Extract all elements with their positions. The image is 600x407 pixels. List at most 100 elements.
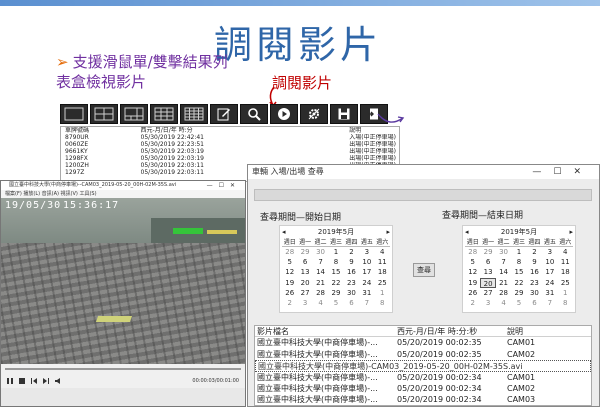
calendar-day[interactable]: 3 (480, 298, 495, 308)
next-month-button[interactable]: ▸ (386, 226, 390, 238)
list-item[interactable]: 國立臺中科技大學(中商停車場)-CAM03_2019-05-20_00H-02M… (255, 360, 591, 372)
calendar-day[interactable]: 6 (297, 257, 312, 267)
calendar-day[interactable]: 5 (282, 257, 297, 267)
calendar-day[interactable]: 8 (375, 298, 390, 308)
calendar-day[interactable]: 11 (375, 257, 390, 267)
calendar-day[interactable]: 2 (465, 298, 480, 308)
video-menu-bar[interactable]: 檔案(F) 播放(L) 音訊(A) 視訊(V) 工具(S) (1, 190, 245, 198)
calendar-day[interactable]: 4 (375, 247, 390, 257)
calendar-day[interactable]: 31 (359, 288, 374, 298)
window-controls[interactable]: —☐✕ (532, 165, 593, 179)
play-pause-button[interactable] (5, 377, 14, 386)
calendar-day[interactable]: 4 (496, 298, 511, 308)
table-row[interactable]: 0060ZE 05/30/2019 22:23:51 出場(中正停車場) (61, 141, 399, 148)
calendar-day[interactable]: 1 (328, 247, 343, 257)
calendar-day[interactable]: 12 (465, 267, 480, 277)
calendar-day[interactable]: 3 (359, 247, 374, 257)
calendar-day[interactable]: 26 (465, 288, 480, 298)
column-header[interactable]: 說明 (349, 127, 399, 134)
calendar-day[interactable]: 14 (313, 267, 328, 277)
calendar-day[interactable]: 7 (542, 298, 557, 308)
calendar-day[interactable]: 1 (558, 288, 573, 298)
layout-9-button[interactable] (150, 104, 178, 124)
calendar-day[interactable]: 13 (480, 267, 495, 277)
calendar-day[interactable]: 19 (282, 278, 297, 288)
calendar-day[interactable]: 28 (313, 288, 328, 298)
search-button[interactable] (240, 104, 268, 124)
seek-track[interactable] (5, 368, 241, 370)
calendar-day[interactable]: 29 (511, 288, 526, 298)
calendar-day[interactable]: 20 (480, 277, 496, 288)
calendar-day[interactable]: 19 (465, 278, 480, 288)
calendar-day[interactable]: 17 (542, 267, 557, 277)
volume-button[interactable] (53, 377, 62, 386)
calendar-day[interactable]: 15 (511, 267, 526, 277)
play-button[interactable] (270, 104, 298, 124)
column-header[interactable]: 車牌號碼 (61, 127, 141, 134)
calendar-day[interactable]: 5 (328, 298, 343, 308)
calendar-day[interactable]: 2 (282, 298, 297, 308)
calendar-day[interactable]: 2 (527, 247, 542, 257)
calendar-day[interactable]: 2 (344, 247, 359, 257)
table-row[interactable]: 8790UR 05/30/2019 22:42:41 入場(中正停車場) (61, 134, 399, 141)
column-header[interactable]: 說明 (507, 326, 567, 336)
calendar-day[interactable]: 23 (344, 278, 359, 288)
column-header[interactable] (290, 127, 350, 134)
calendar-day[interactable]: 23 (527, 278, 542, 288)
calendar-day[interactable]: 11 (558, 257, 573, 267)
prev-month-button[interactable]: ◂ (282, 226, 286, 238)
calendar-day[interactable]: 8 (328, 257, 343, 267)
calendar-day[interactable]: 22 (328, 278, 343, 288)
calendar-day[interactable]: 9 (527, 257, 542, 267)
calendar-day[interactable]: 5 (465, 257, 480, 267)
calendar-day[interactable]: 6 (480, 257, 495, 267)
save-button[interactable] (330, 104, 358, 124)
calendar-day[interactable]: 29 (297, 247, 312, 257)
stop-button[interactable] (17, 377, 26, 386)
layout-4-button[interactable] (90, 104, 118, 124)
video-frame[interactable]: 19/05/30 15:36:17 (1, 198, 245, 364)
calendar-day[interactable]: 5 (511, 298, 526, 308)
calendar-day[interactable]: 3 (542, 247, 557, 257)
column-header[interactable]: 西元-月/日/年 時:分:秒 (397, 326, 507, 336)
calendar-day[interactable]: 16 (344, 267, 359, 277)
calendar-day[interactable]: 27 (480, 288, 495, 298)
calendar-day[interactable]: 24 (359, 278, 374, 288)
layout-16-button[interactable] (180, 104, 208, 124)
previous-button[interactable] (29, 377, 38, 386)
calendar-day[interactable]: 10 (542, 257, 557, 267)
start-date-calendar[interactable]: ◂ 2019年5月 ▸ 週日 週一 週二 週三 週四 週五 週六 28 29 30 1 2 3 4 5 6 7 8… (279, 225, 393, 313)
calendar-day[interactable]: 24 (542, 278, 557, 288)
calendar-day[interactable]: 15 (328, 267, 343, 277)
video-seek-bar[interactable] (1, 364, 245, 374)
window-controls[interactable]: —☐✕ (207, 181, 241, 190)
calendar-day[interactable]: 21 (496, 278, 511, 288)
calendar-day[interactable]: 1 (511, 247, 526, 257)
calendar-day[interactable]: 29 (328, 288, 343, 298)
calendar-day[interactable]: 4 (558, 247, 573, 257)
calendar-day[interactable]: 6 (527, 298, 542, 308)
end-date-calendar[interactable]: ◂ 2019年5月 ▸ 週日 週一 週二 週三 週四 週五 週六 28 29 30 1 2 3 4 5 6 7 8… (462, 225, 576, 313)
next-button[interactable] (41, 377, 50, 386)
calendar-day[interactable]: 26 (282, 288, 297, 298)
calendar-day[interactable]: 29 (480, 247, 495, 257)
calendar-day[interactable]: 30 (496, 247, 511, 257)
calendar-day[interactable]: 18 (375, 267, 390, 277)
calendar-day[interactable]: 31 (542, 288, 557, 298)
calendar-day[interactable]: 6 (344, 298, 359, 308)
calendar-day[interactable]: 30 (527, 288, 542, 298)
calendar-day[interactable]: 7 (496, 257, 511, 267)
calendar-day[interactable]: 28 (465, 247, 480, 257)
calendar-day[interactable]: 16 (527, 267, 542, 277)
calendar-day[interactable]: 25 (558, 278, 573, 288)
calendar-day[interactable]: 7 (359, 298, 374, 308)
calendar-day[interactable]: 30 (344, 288, 359, 298)
calendar-day[interactable]: 9 (344, 257, 359, 267)
calendar-day[interactable]: 30 (313, 247, 328, 257)
calendar-day[interactable]: 1 (375, 288, 390, 298)
video-results-list[interactable]: 影片檔名 西元-月/日/年 時:分:秒 說明 國立臺中科技大學(中商停車場)-.… (254, 325, 592, 406)
list-item[interactable]: 國立臺中科技大學(中商停車場)-... 05/20/2019 00:02:34 CA… (255, 372, 591, 383)
calendar-day[interactable]: 22 (511, 278, 526, 288)
layout-6-button[interactable] (120, 104, 148, 124)
column-header[interactable]: 影片檔名 (255, 326, 397, 336)
